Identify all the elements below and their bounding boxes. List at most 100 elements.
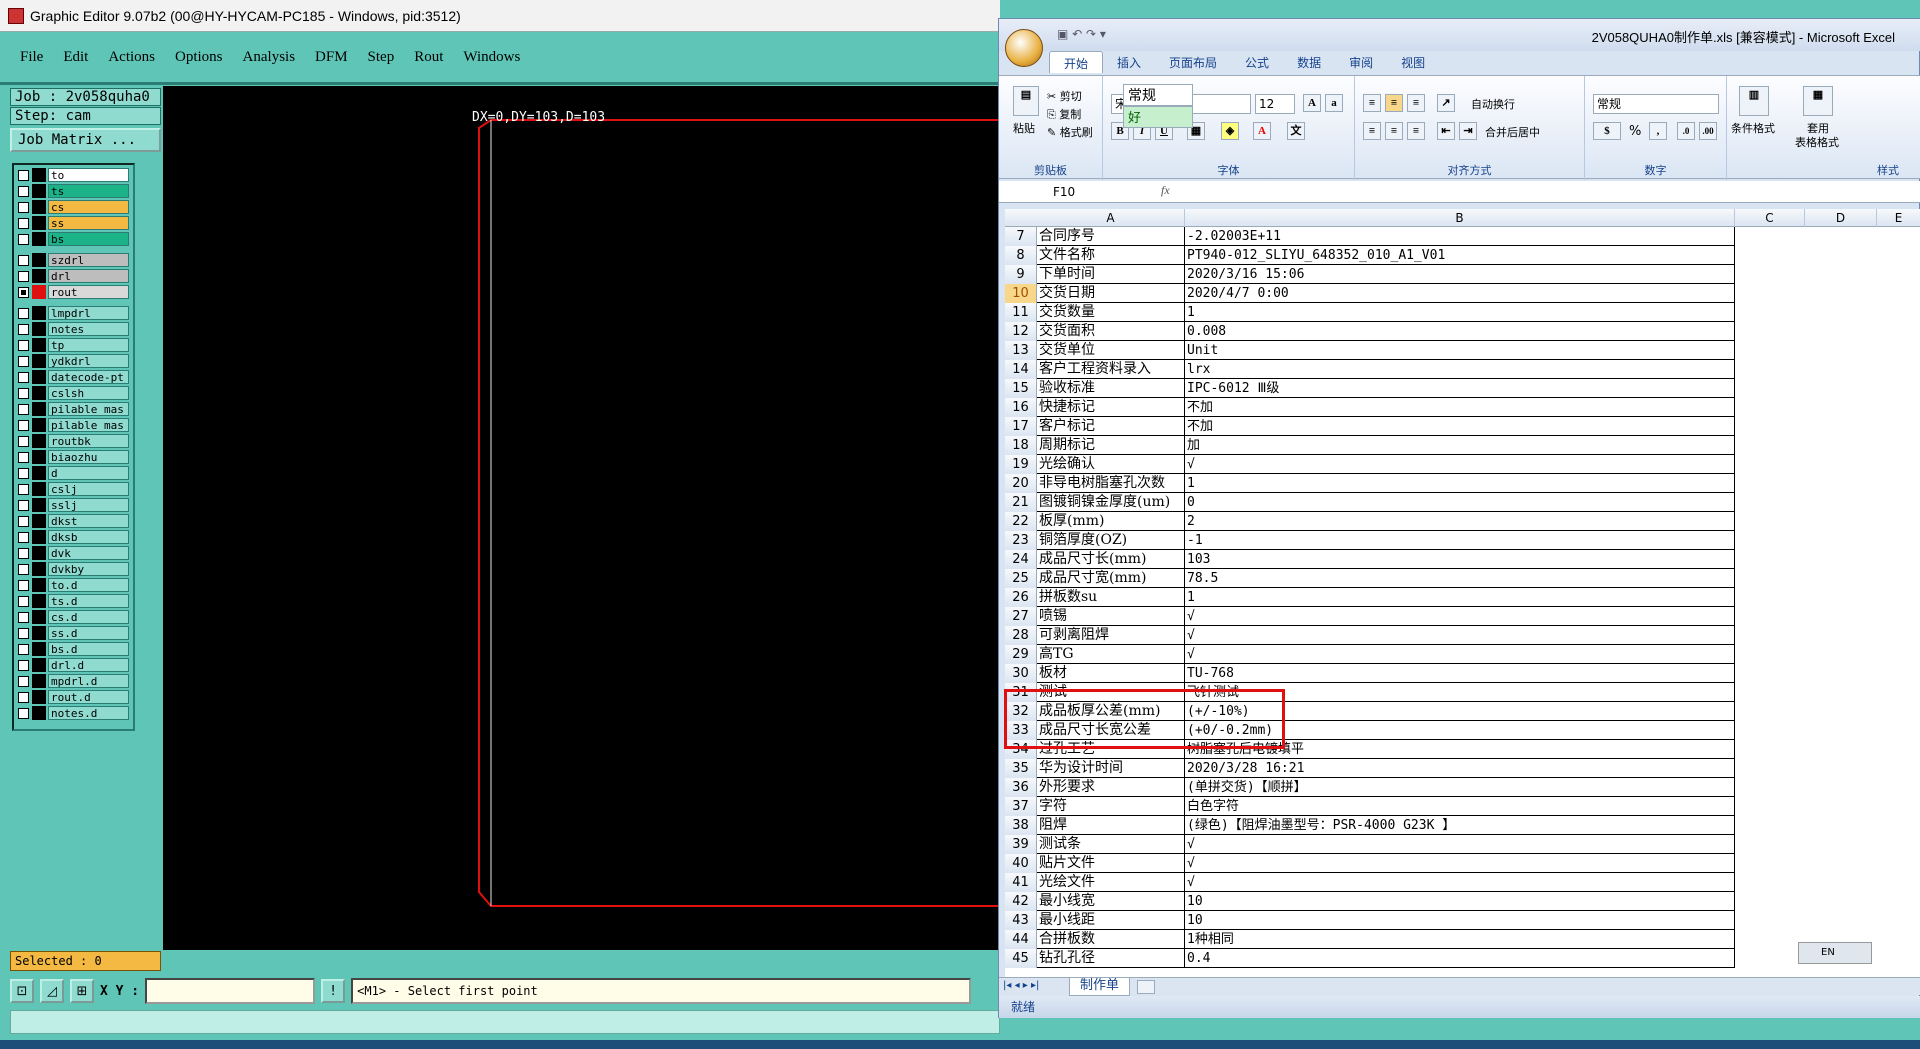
layer-row[interactable]: bs: [18, 231, 129, 247]
cell-empty[interactable]: [1735, 721, 1920, 740]
row-number[interactable]: 27: [1005, 607, 1037, 626]
layer-row[interactable]: cs.d: [18, 609, 129, 625]
cell-b[interactable]: 不加: [1185, 398, 1735, 417]
cell-a[interactable]: 文件名称: [1037, 246, 1185, 265]
cell-b[interactable]: √: [1185, 873, 1735, 892]
cell-empty[interactable]: [1735, 550, 1920, 569]
cell-b[interactable]: 白色字符: [1185, 797, 1735, 816]
cell-empty[interactable]: [1735, 607, 1920, 626]
layer-row[interactable]: datecode-pt: [18, 369, 129, 385]
row-number[interactable]: 34: [1005, 740, 1037, 759]
cell-b[interactable]: TU-768: [1185, 664, 1735, 683]
row-number[interactable]: 28: [1005, 626, 1037, 645]
layer-checkbox[interactable]: [18, 201, 29, 213]
ribbon-tab[interactable]: 公式: [1231, 51, 1283, 73]
cell-empty[interactable]: [1735, 664, 1920, 683]
cell-a[interactable]: 图镀铜镍金厚度(um): [1037, 493, 1185, 512]
layer-checkbox[interactable]: [18, 307, 29, 319]
cut-button[interactable]: ✂ 剪切: [1047, 88, 1082, 104]
layer-checkbox[interactable]: [18, 595, 29, 607]
layer-row[interactable]: notes: [18, 321, 129, 337]
cell-empty[interactable]: [1735, 873, 1920, 892]
layer-checkbox[interactable]: [18, 355, 29, 367]
layer-row[interactable]: pilable_mas: [18, 417, 129, 433]
cell-b[interactable]: 2: [1185, 512, 1735, 531]
layer-row[interactable]: ss: [18, 215, 129, 231]
cell-empty[interactable]: [1735, 911, 1920, 930]
layer-row[interactable]: szdrl: [18, 252, 129, 268]
orientation-icon[interactable]: ↗: [1437, 94, 1455, 112]
format-table-icon[interactable]: ▦: [1803, 86, 1833, 116]
row-number[interactable]: 24: [1005, 550, 1037, 569]
cell-a[interactable]: 字符: [1037, 797, 1185, 816]
menu-file[interactable]: File: [20, 49, 43, 66]
align-top-icon[interactable]: ≡: [1363, 94, 1381, 112]
layer-row[interactable]: sslj: [18, 497, 129, 513]
copy-button[interactable]: ⎘ 复制: [1047, 106, 1081, 122]
layer-checkbox[interactable]: [18, 371, 29, 383]
cell-b[interactable]: -1: [1185, 531, 1735, 550]
cell-a[interactable]: 成品尺寸长宽公差: [1037, 721, 1185, 740]
language-bar[interactable]: EN: [1798, 942, 1872, 964]
cell-b[interactable]: 10: [1185, 892, 1735, 911]
row-number[interactable]: 14: [1005, 360, 1037, 379]
paste-icon[interactable]: ▤: [1013, 86, 1039, 116]
ribbon-tab[interactable]: 插入: [1103, 51, 1155, 73]
cell-b[interactable]: 2020/3/16 15:06: [1185, 265, 1735, 284]
cell-empty[interactable]: [1735, 569, 1920, 588]
merge-center-button[interactable]: 合并后居中: [1485, 124, 1540, 140]
cell-b[interactable]: (+/-10%): [1185, 702, 1735, 721]
row-number[interactable]: 32: [1005, 702, 1037, 721]
layer-row[interactable]: ts: [18, 183, 129, 199]
layer-checkbox[interactable]: [18, 675, 29, 687]
cell-b[interactable]: -2.02003E+11: [1185, 227, 1735, 246]
layer-checkbox[interactable]: [18, 627, 29, 639]
layer-checkbox[interactable]: [18, 547, 29, 559]
layer-row[interactable]: notes.d: [18, 705, 129, 721]
row-number[interactable]: 33: [1005, 721, 1037, 740]
row-number[interactable]: 30: [1005, 664, 1037, 683]
layer-checkbox[interactable]: [18, 483, 29, 495]
row-number[interactable]: 40: [1005, 854, 1037, 873]
increase-indent-icon[interactable]: ⇥: [1459, 122, 1477, 140]
cell-b[interactable]: lrx: [1185, 360, 1735, 379]
cell-empty[interactable]: [1735, 227, 1920, 246]
row-number[interactable]: 36: [1005, 778, 1037, 797]
layer-row[interactable]: drl: [18, 268, 129, 284]
layer-row[interactable]: dvk: [18, 545, 129, 561]
cell-a[interactable]: 成品板厚公差(mm): [1037, 702, 1185, 721]
cell-b[interactable]: IPC-6012 Ⅲ级: [1185, 379, 1735, 398]
cell-a[interactable]: 外形要求: [1037, 778, 1185, 797]
row-number[interactable]: 25: [1005, 569, 1037, 588]
cell-b[interactable]: √: [1185, 645, 1735, 664]
cell-empty[interactable]: [1735, 645, 1920, 664]
align-right-icon[interactable]: ≡: [1407, 122, 1425, 140]
layer-checkbox[interactable]: [18, 185, 29, 197]
info-icon[interactable]: !: [321, 979, 346, 1003]
increase-decimal-icon[interactable]: .0: [1677, 122, 1695, 140]
cell-empty[interactable]: [1735, 740, 1920, 759]
cell-empty[interactable]: [1735, 683, 1920, 702]
cell-b[interactable]: 飞针测试: [1185, 683, 1735, 702]
xy-input[interactable]: [145, 978, 316, 1004]
conditional-format-icon[interactable]: ▥: [1739, 86, 1769, 116]
layer-checkbox[interactable]: [18, 217, 29, 229]
accounting-icon[interactable]: $: [1593, 122, 1621, 140]
office-button-icon[interactable]: [1005, 29, 1043, 67]
cell-empty[interactable]: [1735, 474, 1920, 493]
layer-checkbox[interactable]: [18, 286, 29, 298]
job-matrix-button[interactable]: Job Matrix ...: [10, 128, 161, 152]
cell-b[interactable]: 2020/3/28 16:21: [1185, 759, 1735, 778]
layer-row[interactable]: dvkby: [18, 561, 129, 577]
percent-button[interactable]: %: [1629, 124, 1641, 139]
format-table-button-2[interactable]: 表格格式: [1795, 134, 1839, 150]
cell-a[interactable]: 高TG: [1037, 645, 1185, 664]
row-number[interactable]: 10: [1005, 284, 1037, 303]
row-number[interactable]: 20: [1005, 474, 1037, 493]
row-number[interactable]: 41: [1005, 873, 1037, 892]
menu-rout[interactable]: Rout: [414, 49, 443, 66]
cell-b[interactable]: Unit: [1185, 341, 1735, 360]
layer-checkbox[interactable]: [18, 435, 29, 447]
cell-empty[interactable]: [1735, 246, 1920, 265]
layer-row[interactable]: cslj: [18, 481, 129, 497]
